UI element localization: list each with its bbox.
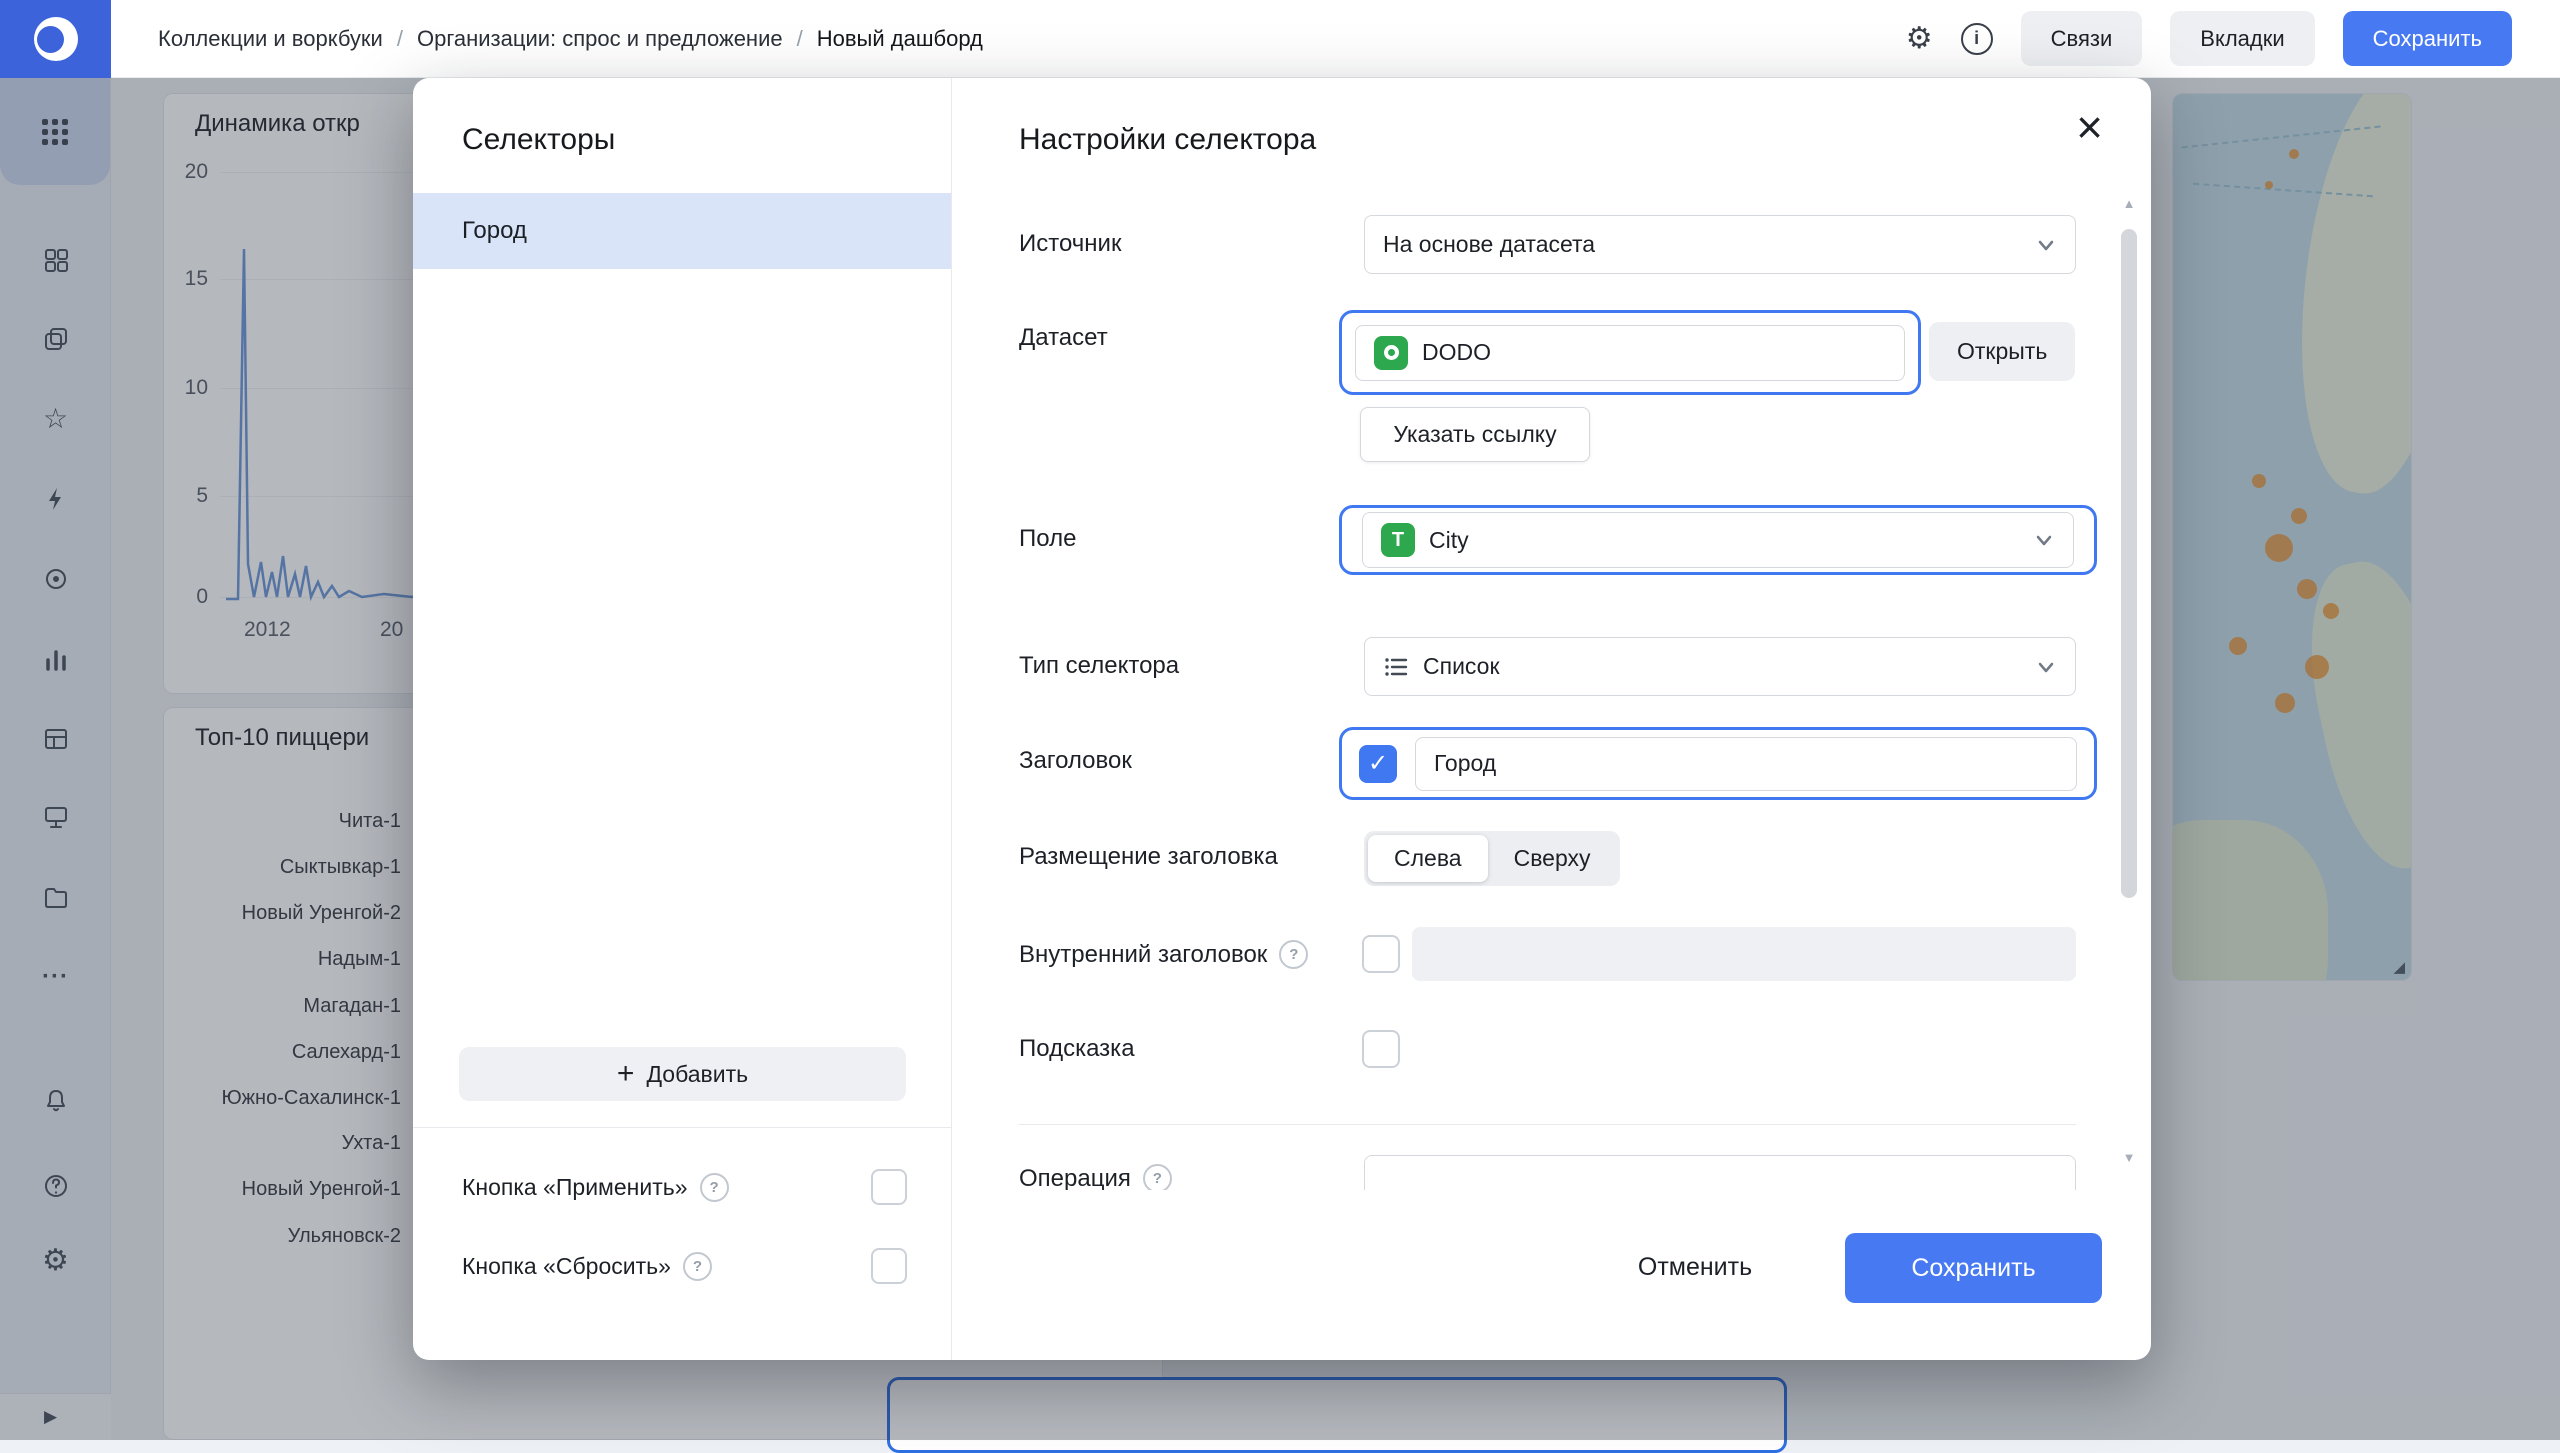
selector-settings-modal: Селекторы Город + Добавить Кнопка «Приме… bbox=[413, 78, 2151, 1360]
scroll-up-icon[interactable]: ▲ bbox=[2115, 196, 2143, 211]
chevron-down-icon bbox=[2035, 656, 2057, 678]
chevron-down-icon bbox=[2033, 529, 2055, 551]
cancel-button[interactable]: Отменить bbox=[1615, 1243, 1775, 1291]
breadcrumb-current-dashboard: Новый дашборд bbox=[817, 26, 983, 52]
plus-icon: + bbox=[617, 1059, 635, 1089]
operation-row-clipped: Операция ? bbox=[952, 1138, 2151, 1190]
scroll-down-icon[interactable]: ▼ bbox=[2115, 1150, 2143, 1165]
divider bbox=[1019, 1124, 2076, 1125]
header: Коллекции и воркбуки / Организации: спро… bbox=[0, 0, 2560, 78]
reset-checkbox[interactable] bbox=[871, 1248, 907, 1284]
help-circle-icon[interactable]: ? bbox=[700, 1173, 729, 1202]
add-selector-button[interactable]: + Добавить bbox=[459, 1047, 906, 1101]
field-label: Поле bbox=[1019, 525, 1076, 553]
title-placement-label: Размещение заголовка bbox=[1019, 843, 1278, 871]
settings-panel-title: Настройки селектора bbox=[1019, 123, 1316, 157]
selector-type-label: Тип селектора bbox=[1019, 652, 1179, 680]
dataset-focus-outline: DODO bbox=[1339, 310, 1921, 395]
datalens-logo[interactable] bbox=[0, 0, 111, 78]
dataset-dodo-icon bbox=[1374, 336, 1408, 370]
selectors-panel: Селекторы Город + Добавить Кнопка «Приме… bbox=[413, 78, 952, 1360]
help-circle-icon[interactable]: ? bbox=[1143, 1164, 1172, 1190]
specify-link-button[interactable]: Указать ссылку bbox=[1360, 407, 1590, 462]
field-focus-outline: T City bbox=[1339, 505, 2097, 575]
selector-type-select[interactable]: Список bbox=[1364, 637, 2076, 696]
source-label: Источник bbox=[1019, 230, 1121, 258]
links-button[interactable]: Связи bbox=[2021, 11, 2143, 66]
selector-list-item-gorod[interactable]: Город bbox=[413, 193, 951, 269]
breadcrumb: Коллекции и воркбуки / Организации: спро… bbox=[158, 26, 983, 52]
reset-button-label: Кнопка «Сбросить» bbox=[462, 1253, 671, 1280]
breadcrumb-workbook[interactable]: Организации: спрос и предложение bbox=[417, 26, 783, 52]
title-placement-segmented: Слева Сверху bbox=[1364, 831, 1620, 886]
list-icon bbox=[1383, 654, 1423, 680]
dataset-field[interactable]: DODO bbox=[1355, 325, 1905, 381]
placement-left-option[interactable]: Слева bbox=[1368, 835, 1488, 882]
header-save-button[interactable]: Сохранить bbox=[2343, 11, 2512, 66]
apply-button-label: Кнопка «Применить» bbox=[462, 1174, 688, 1201]
operation-label: Операция ? bbox=[1019, 1164, 1172, 1190]
reset-button-row: Кнопка «Сбросить» ? bbox=[413, 1242, 951, 1290]
apply-checkbox[interactable] bbox=[871, 1169, 907, 1205]
info-icon[interactable]: i bbox=[1961, 23, 1993, 55]
title-input[interactable] bbox=[1415, 737, 2077, 791]
string-type-icon: T bbox=[1381, 523, 1415, 557]
help-circle-icon[interactable]: ? bbox=[683, 1252, 712, 1281]
inner-title-input[interactable] bbox=[1412, 927, 2076, 981]
inner-title-checkbox[interactable] bbox=[1362, 935, 1400, 973]
hint-checkbox[interactable] bbox=[1362, 1030, 1400, 1068]
divider bbox=[413, 1127, 951, 1128]
close-icon[interactable]: × bbox=[2076, 104, 2103, 150]
apply-button-row: Кнопка «Применить» ? bbox=[413, 1163, 951, 1211]
modal-save-button[interactable]: Сохранить bbox=[1845, 1233, 2102, 1303]
breadcrumb-collections[interactable]: Коллекции и воркбуки bbox=[158, 26, 383, 52]
logo-icon bbox=[34, 17, 78, 61]
source-select[interactable]: На основе датасета bbox=[1364, 215, 2076, 274]
selector-settings-panel: Настройки селектора × Источник На основе… bbox=[952, 78, 2151, 1360]
settings-gear-icon[interactable]: ⚙ bbox=[1906, 24, 1933, 54]
selectors-panel-title: Селекторы bbox=[462, 123, 615, 157]
tabs-button[interactable]: Вкладки bbox=[2170, 11, 2314, 66]
help-circle-icon[interactable]: ? bbox=[1279, 940, 1308, 969]
open-dataset-button[interactable]: Открыть bbox=[1929, 322, 2075, 381]
field-select[interactable]: T City bbox=[1362, 512, 2074, 568]
title-checkbox[interactable]: ✓ bbox=[1359, 745, 1397, 783]
title-focus-outline: ✓ bbox=[1339, 727, 2097, 800]
placement-top-option[interactable]: Сверху bbox=[1488, 835, 1617, 882]
chevron-down-icon bbox=[2035, 234, 2057, 256]
inner-title-label: Внутренний заголовок ? bbox=[1019, 940, 1308, 969]
dataset-label: Датасет bbox=[1019, 324, 1108, 352]
operation-select[interactable] bbox=[1364, 1155, 2076, 1190]
scrollbar-thumb[interactable] bbox=[2121, 229, 2137, 898]
header-actions: ⚙ i Связи Вкладки Сохранить bbox=[1906, 11, 2560, 66]
title-label: Заголовок bbox=[1019, 747, 1132, 775]
hint-label: Подсказка bbox=[1019, 1035, 1135, 1063]
